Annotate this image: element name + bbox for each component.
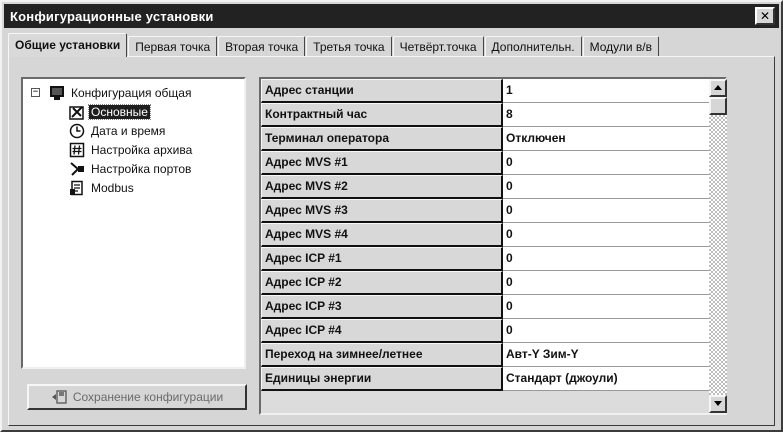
grid-scrollbar[interactable] — [709, 79, 727, 413]
save-config-button[interactable]: Сохранение конфигурации — [27, 384, 247, 410]
collapse-icon[interactable]: − — [31, 88, 40, 97]
scroll-thumb[interactable] — [709, 97, 727, 115]
table-row[interactable]: Адрес MVS #1 0 — [261, 151, 725, 175]
tree-item-ports[interactable]: Настройка портов — [23, 159, 244, 178]
tree-item-label: Дата и время — [91, 123, 166, 138]
tab-second-point[interactable]: Вторая точка — [218, 36, 306, 57]
tab-fourth-point[interactable]: Четвёрт.точка — [392, 36, 484, 57]
property-name: Адрес MVS #3 — [261, 199, 503, 223]
table-row[interactable]: Адрес ICP #2 0 — [261, 271, 725, 295]
monitor-icon — [50, 85, 64, 100]
title-bar[interactable]: Конфигурационные установки ✕ — [4, 4, 779, 28]
close-icon: ✕ — [759, 9, 771, 23]
tree-item-label: Настройка архива — [91, 142, 193, 157]
arrow-down-icon — [714, 401, 722, 406]
tree-item-basic[interactable]: Основные — [23, 102, 244, 121]
tree-item-archive[interactable]: Настройка архива — [23, 140, 244, 159]
table-row[interactable]: Адрес ICP #4 0 — [261, 319, 725, 343]
property-value[interactable]: Авт-Y Зим-Y — [503, 343, 725, 367]
property-value[interactable]: 0 — [503, 247, 725, 271]
property-value[interactable]: Отключен — [503, 127, 725, 151]
property-name: Адрес MVS #1 — [261, 151, 503, 175]
property-name: Единицы энергии — [261, 367, 503, 391]
tab-third-point[interactable]: Третья точка — [306, 36, 392, 57]
property-name: Адрес ICP #2 — [261, 271, 503, 295]
close-button[interactable]: ✕ — [755, 7, 775, 25]
table-row[interactable]: Адрес MVS #2 0 — [261, 175, 725, 199]
property-value[interactable]: 0 — [503, 295, 725, 319]
plug-icon — [70, 161, 84, 176]
tab-io-modules[interactable]: Модули в/в — [582, 36, 659, 57]
tree-item-root[interactable]: − Конфигурация общая — [23, 83, 244, 102]
table-row[interactable]: Единицы энергии Стандарт (джоули) — [261, 367, 725, 391]
table-row[interactable]: Адрес ICP #1 0 — [261, 247, 725, 271]
property-value[interactable]: 8 — [503, 103, 725, 127]
tree-item-label: Настройка портов — [91, 161, 192, 176]
table-row[interactable]: Терминал оператора Отключен — [261, 127, 725, 151]
property-value[interactable]: 0 — [503, 319, 725, 343]
hash-icon — [69, 142, 85, 157]
table-row[interactable]: Адрес MVS #4 0 — [261, 223, 725, 247]
table-row[interactable]: Контрактный час 8 — [261, 103, 725, 127]
arrow-up-icon — [714, 85, 722, 90]
tree-item-label: Modbus — [91, 180, 134, 195]
scroll-down-button[interactable] — [709, 395, 727, 413]
window-title: Конфигурационные установки — [10, 8, 214, 24]
table-row[interactable]: Адрес ICP #3 0 — [261, 295, 725, 319]
property-value[interactable]: 0 — [503, 223, 725, 247]
property-value[interactable]: 0 — [503, 175, 725, 199]
scroll-up-button[interactable] — [709, 79, 727, 97]
property-name: Адрес станции — [261, 79, 503, 103]
tab-panel: − Конфигурация общая Основные Дата и вре… — [8, 56, 775, 426]
tree-item-modbus[interactable]: Modbus — [23, 178, 244, 197]
property-value[interactable]: 0 — [503, 271, 725, 295]
tree-item-label: Основные — [88, 103, 151, 120]
clock-icon — [69, 123, 85, 138]
property-name: Адрес ICP #4 — [261, 319, 503, 343]
config-tree[interactable]: − Конфигурация общая Основные Дата и вре… — [21, 77, 246, 369]
property-name: Переход на зимнее/летнее — [261, 343, 503, 367]
save-button-label: Сохранение конфигурации — [72, 390, 224, 404]
table-row[interactable]: Адрес MVS #3 0 — [261, 199, 725, 223]
document-icon — [70, 180, 83, 195]
property-name: Терминал оператора — [261, 127, 503, 151]
save-icon — [51, 390, 67, 404]
tools-icon — [69, 105, 84, 120]
property-value[interactable]: 0 — [503, 199, 725, 223]
table-row[interactable]: Адрес станции 1 — [261, 79, 725, 103]
property-value[interactable]: 1 — [503, 79, 725, 103]
property-value[interactable]: 0 — [503, 151, 725, 175]
property-name: Контрактный час — [261, 103, 503, 127]
tab-general[interactable]: Общие установки — [8, 33, 128, 57]
property-name: Адрес MVS #2 — [261, 175, 503, 199]
tree-item-datetime[interactable]: Дата и время — [23, 121, 244, 140]
tab-additional[interactable]: Дополнительн. — [484, 36, 582, 57]
tab-strip: Общие установки Первая точка Вторая точк… — [8, 33, 660, 57]
tab-first-point[interactable]: Первая точка — [128, 36, 218, 57]
tree-item-label: Конфигурация общая — [71, 85, 192, 100]
table-row[interactable]: Переход на зимнее/летнее Авт-Y Зим-Y — [261, 343, 725, 367]
property-name: Адрес ICP #1 — [261, 247, 503, 271]
property-name: Адрес MVS #4 — [261, 223, 503, 247]
property-grid: Адрес станции 1 Контрактный час 8 Термин… — [259, 77, 727, 415]
property-value[interactable]: Стандарт (джоули) — [503, 367, 725, 391]
property-name: Адрес ICP #3 — [261, 295, 503, 319]
config-window: Конфигурационные установки ✕ Общие устан… — [0, 0, 783, 432]
